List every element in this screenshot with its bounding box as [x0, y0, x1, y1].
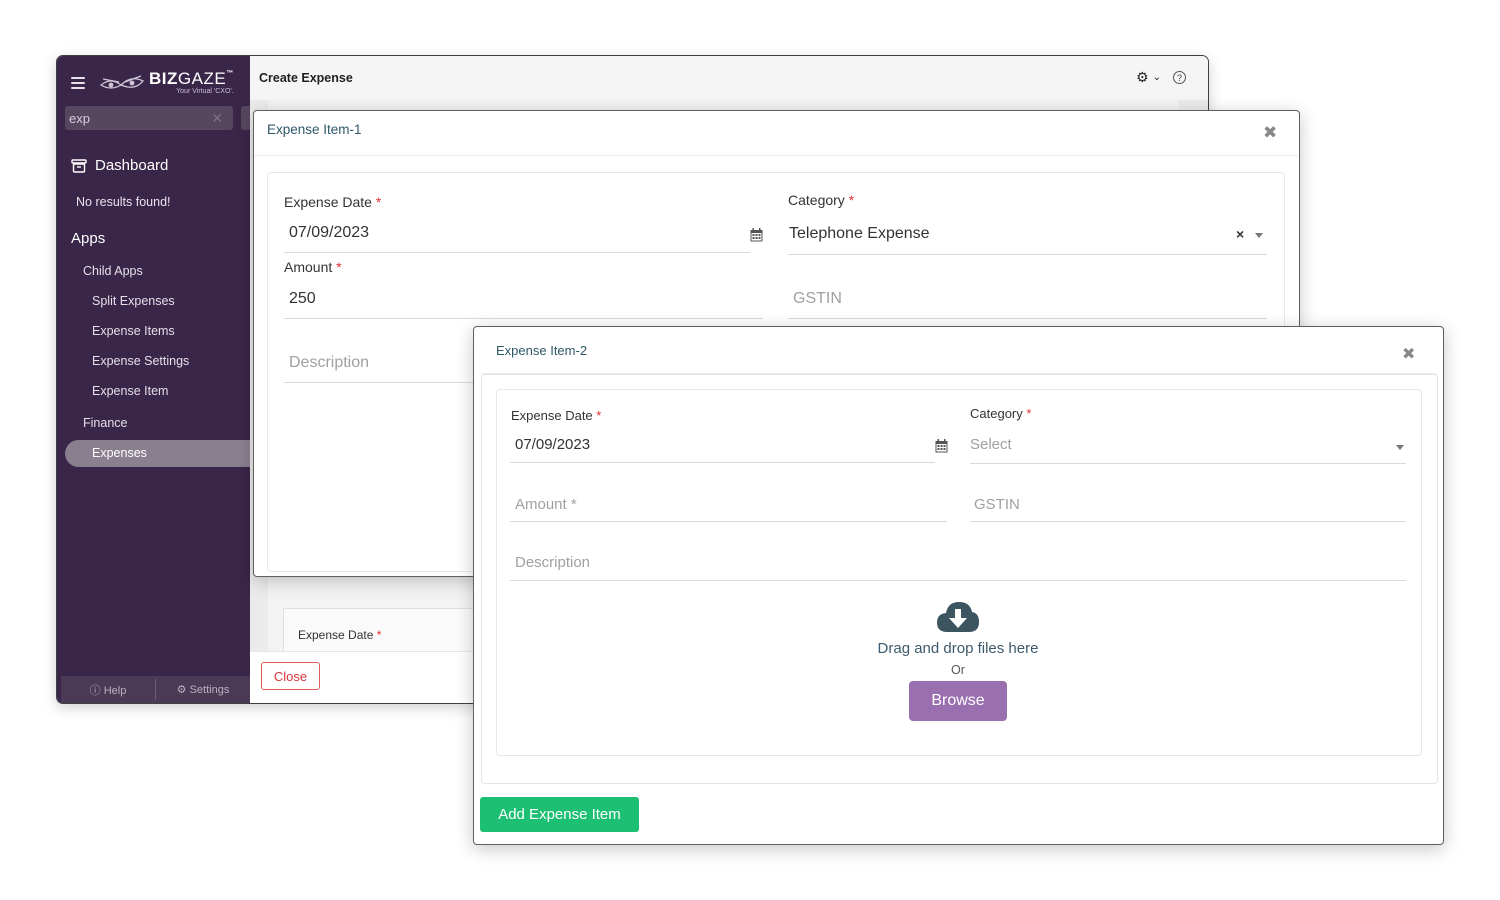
page-title: Create Expense: [259, 71, 353, 85]
sidebar-item-child-apps[interactable]: Child Apps: [83, 264, 143, 278]
main-header: Create Expense ⚙ ⌄ ?: [250, 56, 1208, 100]
calendar-icon[interactable]: [750, 228, 763, 242]
d2-description-input[interactable]: Description: [515, 554, 590, 571]
d2-expense-date-input[interactable]: 07/09/2023: [515, 436, 590, 453]
d1-gstin-input[interactable]: GSTIN: [793, 290, 842, 308]
caret-down-icon[interactable]: [1255, 233, 1263, 238]
d1-amount-input[interactable]: 250: [289, 290, 316, 308]
logo-text-bold: BIZ: [149, 69, 178, 88]
gear-icon[interactable]: ⚙: [1136, 69, 1149, 86]
d1-category-label: Category *: [788, 192, 855, 208]
d1-category-select[interactable]: Telephone Expense: [789, 225, 930, 243]
no-results-text: No results found!: [76, 195, 171, 209]
sidebar: BIZGAZE™ Your Virtual 'CXO'. exp ✕ Dashb…: [57, 56, 265, 703]
d1-expense-date-input[interactable]: 07/09/2023: [289, 224, 369, 242]
dialog1-title: Expense Item-1: [267, 122, 362, 137]
sidebar-item-finance[interactable]: Finance: [83, 416, 127, 430]
browse-button[interactable]: Browse: [909, 681, 1007, 721]
sidebar-search-value: exp: [69, 110, 90, 126]
d2-amount-input[interactable]: Amount *: [515, 496, 577, 513]
cloud-download-icon: [937, 602, 979, 632]
drag-drop-text: Drag and drop files here: [877, 640, 1039, 657]
sidebar-top: BIZGAZE™ Your Virtual 'CXO'.: [71, 70, 234, 95]
d1-expense-date-label: Expense Date *: [284, 194, 382, 210]
logo-tagline: Your Virtual 'CXO'.: [176, 88, 234, 95]
or-text: Or: [951, 663, 965, 677]
sidebar-search-button[interactable]: [241, 106, 250, 130]
sidebar-item-expense-items[interactable]: Expense Items: [92, 324, 175, 338]
sidebar-item-expenses[interactable]: Expenses: [65, 440, 265, 467]
d2-expense-date-label: Expense Date *: [511, 408, 602, 423]
close-button[interactable]: Close: [261, 662, 320, 690]
chevron-down-icon[interactable]: ⌄: [1153, 72, 1161, 83]
d2-gstin-input[interactable]: GSTIN: [974, 496, 1020, 513]
close-icon[interactable]: ✖: [1402, 344, 1415, 364]
sidebar-item-split-expenses[interactable]: Split Expenses: [92, 294, 175, 308]
footer-settings-link[interactable]: ⚙ Settings: [156, 676, 250, 703]
apps-heading: Apps: [71, 230, 106, 247]
sidebar-footer: ⓘ Help ⚙ Settings: [61, 676, 250, 703]
sidebar-item-dashboard[interactable]: Dashboard: [71, 157, 168, 174]
d2-category-select[interactable]: Select: [970, 436, 1012, 453]
dashboard-label: Dashboard: [95, 157, 169, 174]
bg-expense-date-label: Expense Date *: [298, 628, 382, 642]
help-icon[interactable]: ?: [1173, 71, 1186, 84]
category-clear-icon[interactable]: ×: [1236, 226, 1244, 242]
hamburger-icon[interactable]: [71, 76, 85, 89]
d1-amount-label: Amount *: [284, 259, 342, 275]
calendar-icon[interactable]: [935, 439, 948, 453]
close-icon[interactable]: ✖: [1263, 123, 1277, 143]
footer-help-link[interactable]: ⓘ Help: [61, 676, 155, 703]
d2-category-label: Category *: [970, 406, 1032, 421]
search-clear-icon[interactable]: ✕: [211, 110, 223, 127]
dashboard-icon: [71, 158, 87, 173]
sidebar-item-expense-item[interactable]: Expense Item: [92, 384, 168, 398]
expense-item-2-dialog: Expense Item-2 ✖ Expense Date * 07/09/20…: [473, 326, 1444, 845]
caret-down-icon[interactable]: [1396, 445, 1404, 450]
logo-text-thin: GAZE: [177, 69, 227, 88]
logo-eyes-icon: [99, 74, 145, 89]
sidebar-search-input[interactable]: exp ✕: [65, 106, 233, 130]
dialog2-title: Expense Item-2: [496, 343, 588, 358]
add-expense-item-button[interactable]: Add Expense Item: [480, 797, 639, 832]
logo: BIZGAZE™ Your Virtual 'CXO'.: [99, 70, 234, 95]
sidebar-item-expense-settings[interactable]: Expense Settings: [92, 354, 189, 368]
logo-tm: ™: [226, 70, 234, 77]
d1-description-input[interactable]: Description: [289, 354, 369, 372]
background-expense-card: Expense Date *: [283, 608, 483, 654]
